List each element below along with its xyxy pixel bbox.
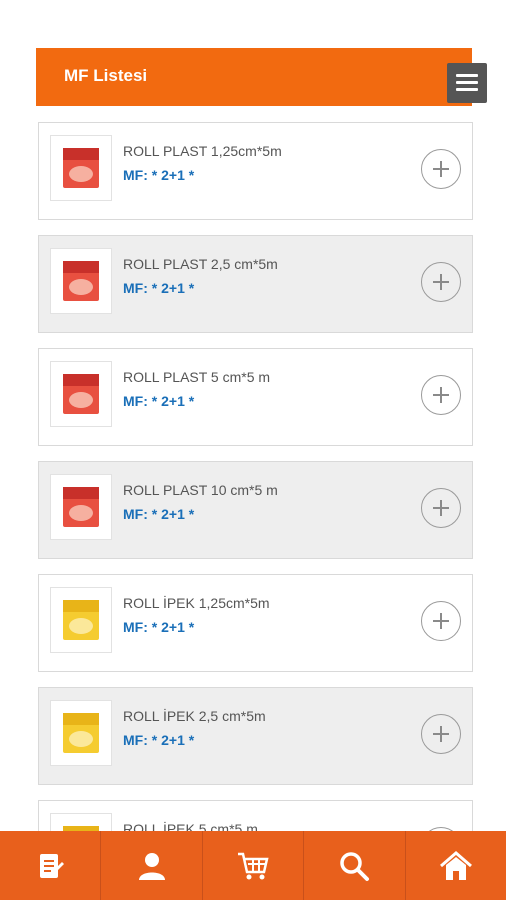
product-name: ROLL PLAST 1,25cm*5m <box>123 143 282 159</box>
product-image <box>50 587 112 653</box>
product-mf: MF: * 2+1 * <box>123 280 195 296</box>
add-plus-icon[interactable] <box>421 149 461 189</box>
add-plus-icon[interactable] <box>421 601 461 641</box>
list-item[interactable]: ROLL PLAST 5 cm*5 m MF: * 2+1 * <box>38 348 473 446</box>
add-plus-icon[interactable] <box>421 714 461 754</box>
list-item[interactable]: ROLL PLAST 2,5 cm*5m MF: * 2+1 * <box>38 235 473 333</box>
product-name: ROLL İPEK 1,25cm*5m <box>123 595 270 611</box>
product-name: ROLL PLAST 5 cm*5 m <box>123 369 271 385</box>
add-plus-icon[interactable] <box>421 262 461 302</box>
product-name: ROLL PLAST 10 cm*5 m <box>123 482 278 498</box>
product-image <box>50 248 112 314</box>
product-name: ROLL İPEK 2,5 cm*5m <box>123 708 266 724</box>
page-title: MF Listesi <box>64 66 148 85</box>
list-item[interactable]: ROLL PLAST 1,25cm*5m MF: * 2+1 * <box>38 122 473 220</box>
list-item[interactable]: ROLL İPEK 1,25cm*5m MF: * 2+1 * <box>38 574 473 672</box>
product-list: ROLL PLAST 1,25cm*5m MF: * 2+1 * ROLL PL… <box>38 122 473 913</box>
product-mf: MF: * 2+1 * <box>123 619 195 635</box>
product-mf: MF: * 2+1 * <box>123 393 195 409</box>
product-mf: MF: * 2+1 * <box>123 167 195 183</box>
bottom-nav <box>0 831 506 900</box>
product-image <box>50 135 112 201</box>
product-image <box>50 700 112 766</box>
hamburger-menu-icon[interactable] <box>447 63 487 103</box>
product-mf: MF: * 2+1 * <box>123 506 195 522</box>
product-image <box>50 474 112 540</box>
document-icon[interactable] <box>0 831 102 900</box>
cart-icon[interactable] <box>203 831 305 900</box>
product-mf: MF: * 2+1 * <box>123 732 195 748</box>
add-plus-icon[interactable] <box>421 375 461 415</box>
product-image <box>50 361 112 427</box>
list-item[interactable]: ROLL PLAST 10 cm*5 m MF: * 2+1 * <box>38 461 473 559</box>
home-icon[interactable] <box>406 831 506 900</box>
page-header: MF Listesi <box>36 48 472 106</box>
list-item[interactable]: ROLL İPEK 2,5 cm*5m MF: * 2+1 * <box>38 687 473 785</box>
add-plus-icon[interactable] <box>421 488 461 528</box>
user-icon[interactable] <box>101 831 203 900</box>
product-name: ROLL PLAST 2,5 cm*5m <box>123 256 278 272</box>
search-icon[interactable] <box>304 831 406 900</box>
